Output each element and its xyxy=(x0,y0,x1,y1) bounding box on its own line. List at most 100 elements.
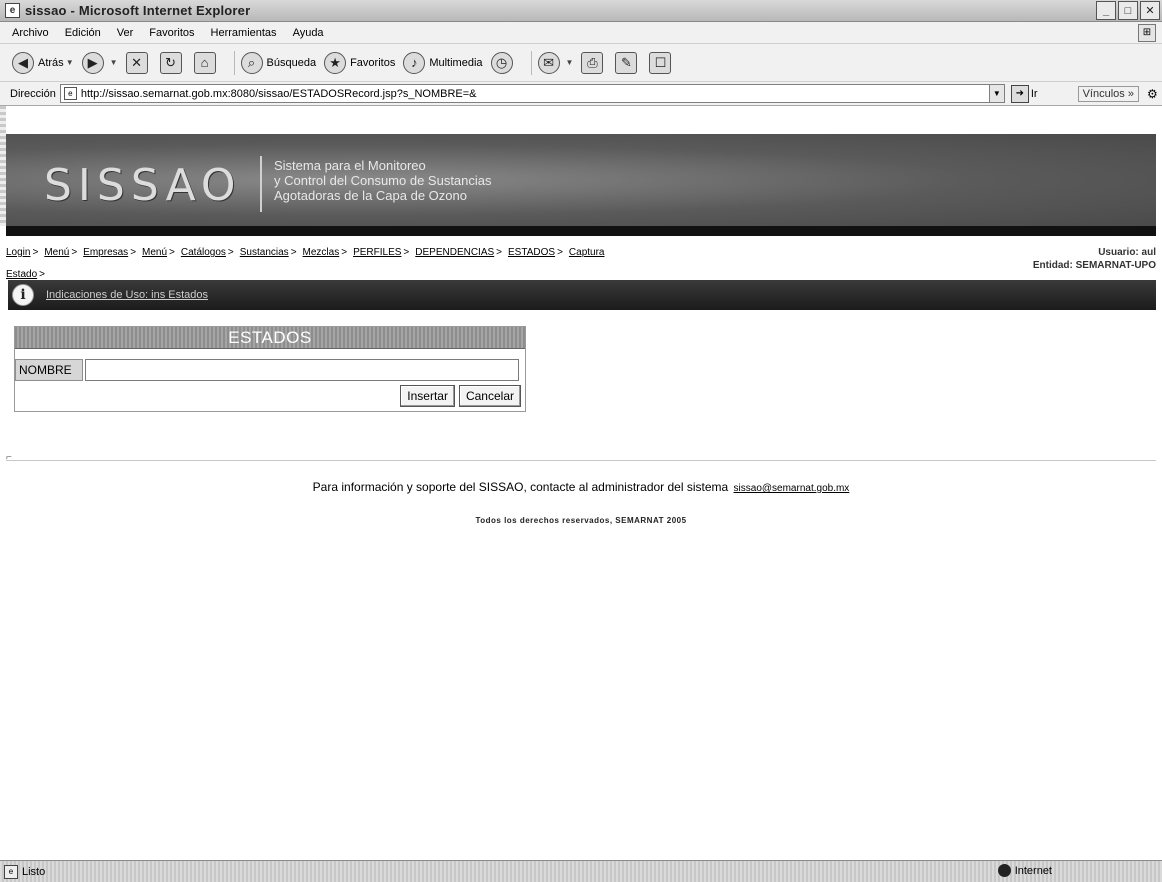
extension-icon[interactable]: ⚙ xyxy=(1147,87,1158,101)
window-controls: _ □ ✕ xyxy=(1096,1,1160,20)
search-button[interactable]: ⌕ Búsqueda xyxy=(240,51,317,74)
menu-ver[interactable]: Ver xyxy=(117,27,134,39)
forward-dropdown-icon[interactable]: ▼ xyxy=(110,58,118,67)
crumb-captura[interactable]: Captura xyxy=(569,247,605,258)
page-icon: e xyxy=(63,87,77,100)
title-bar: e sissao - Microsoft Internet Explorer _… xyxy=(0,0,1162,22)
user-entity: Entidad: SEMARNAT-UPO xyxy=(1032,260,1156,271)
sissao-logo: SISSAO xyxy=(44,160,242,211)
globe-icon xyxy=(997,864,1011,877)
form-buttons: Insertar Cancelar xyxy=(400,385,521,407)
estados-form: ESTADOS NOMBRE Insertar Cancelar xyxy=(14,326,526,412)
back-dropdown-icon[interactable]: ▼ xyxy=(66,58,74,67)
mail-button[interactable]: ✉ ▼ xyxy=(537,51,574,74)
menu-archivo[interactable]: Archivo xyxy=(12,27,49,39)
crumb-estados[interactable]: ESTADOS xyxy=(508,247,555,258)
address-bar: Dirección e http://sissao.semarnat.gob.m… xyxy=(0,82,1162,106)
tagline-line-2: y Control del Consumo de Sustancias xyxy=(274,173,492,188)
refresh-button[interactable]: ↻ xyxy=(159,51,186,74)
cancel-button[interactable]: Cancelar xyxy=(458,385,521,407)
crumb-estado[interactable]: Estado xyxy=(6,269,37,280)
mail-dropdown-icon[interactable]: ▼ xyxy=(566,58,574,67)
stop-button[interactable]: ✕ xyxy=(125,51,152,74)
user-info: Usuario: aul Entidad: SEMARNAT-UPO xyxy=(1033,246,1156,272)
menu-edicion[interactable]: Edición xyxy=(65,27,101,39)
support-text-line: Para información y soporte del SISSAO, c… xyxy=(0,480,1162,494)
close-button[interactable]: ✕ xyxy=(1140,1,1160,20)
logo-divider xyxy=(260,156,262,212)
crumb-dependencias[interactable]: DEPENDENCIAS xyxy=(415,247,494,258)
crumb-menu[interactable]: Menú xyxy=(44,247,69,258)
nombre-row: NOMBRE xyxy=(15,359,525,381)
history-button[interactable]: ◷ xyxy=(490,51,517,74)
insert-button[interactable]: Insertar xyxy=(400,385,455,407)
maximize-button[interactable]: □ xyxy=(1118,1,1138,20)
crumb-sustancias[interactable]: Sustancias xyxy=(240,247,289,258)
search-label: Búsqueda xyxy=(266,56,317,69)
crumb-mezclas[interactable]: Mezclas xyxy=(303,247,340,258)
edit-icon: ✎ xyxy=(615,51,638,74)
print-button[interactable]: ⎙ xyxy=(581,51,607,74)
usage-info-link[interactable]: Indicaciones de Uso: ins Estados xyxy=(46,289,208,301)
edit-button[interactable]: ✎ xyxy=(615,51,641,74)
multimedia-button[interactable]: ♪ Multimedia xyxy=(403,51,483,74)
copyright-text: Todos los derechos reservados, SEMARNAT … xyxy=(475,516,687,525)
forward-arrow-icon: ▶ xyxy=(81,51,104,74)
go-label: Ir xyxy=(1030,87,1038,100)
history-icon: ◷ xyxy=(490,51,513,74)
url-text: http://sissao.semarnat.gob.mx:8080/sissa… xyxy=(80,87,477,100)
status-bar: e Listo Internet xyxy=(0,860,1162,882)
content-divider xyxy=(6,460,1156,461)
window-title: sissao - Microsoft Internet Explorer xyxy=(25,3,251,18)
address-label: Dirección xyxy=(10,87,56,100)
site-banner: SISSAO Sistema para el Monitoreo y Contr… xyxy=(6,134,1156,226)
crumb-menu-2[interactable]: Menú xyxy=(142,247,167,258)
minimize-button[interactable]: _ xyxy=(1096,1,1116,20)
home-icon: ⌂ xyxy=(193,51,216,74)
security-zone: Internet xyxy=(997,864,1052,877)
menu-ayuda[interactable]: Ayuda xyxy=(293,27,324,39)
tagline-line-3: Agotadoras de la Capa de Ozono xyxy=(274,188,467,203)
crumb-perfiles[interactable]: PERFILES xyxy=(353,247,401,258)
multimedia-label: Multimedia xyxy=(429,56,483,69)
windows-logo-icon: ⊞ xyxy=(1138,24,1156,42)
favorites-label: Favoritos xyxy=(350,56,396,69)
crumb-login[interactable]: Login xyxy=(6,247,30,258)
menu-herramientas[interactable]: Herramientas xyxy=(211,27,277,39)
status-text: Listo xyxy=(22,865,46,878)
user-name: Usuario: aul xyxy=(1098,247,1156,258)
print-icon: ⎙ xyxy=(581,51,604,74)
url-input[interactable]: e http://sissao.semarnat.gob.mx:8080/sis… xyxy=(59,84,990,103)
home-button[interactable]: ⌂ xyxy=(193,51,220,74)
menu-favoritos[interactable]: Favoritos xyxy=(149,27,194,39)
toolbar-separator xyxy=(530,50,532,75)
frame-corner-mark: ⌐ xyxy=(6,452,12,463)
favorites-button[interactable]: ★ Favoritos xyxy=(324,51,396,74)
ie-icon: e xyxy=(5,3,20,18)
crumb-catalogos[interactable]: Catálogos xyxy=(181,247,226,258)
refresh-icon: ↻ xyxy=(159,51,182,74)
back-arrow-icon: ◀ xyxy=(12,51,34,74)
back-button[interactable]: ◀ Atrás ▼ xyxy=(12,51,74,74)
toolbar-separator xyxy=(233,50,235,75)
nombre-label: NOMBRE xyxy=(15,359,83,381)
crumb-empresas[interactable]: Empresas xyxy=(83,247,128,258)
info-icon[interactable]: i xyxy=(12,284,34,306)
discuss-button[interactable]: ☐ xyxy=(649,51,675,74)
support-email-link[interactable]: sissao@semarnat.gob.mx xyxy=(734,483,850,494)
banner-tagline: Sistema para el Monitoreo y Control del … xyxy=(274,158,492,203)
tagline-line-1: Sistema para el Monitoreo xyxy=(274,158,426,173)
nombre-input[interactable] xyxy=(85,359,519,381)
go-button[interactable]: ➜ Ir xyxy=(1010,84,1038,103)
banner-bottom-bar xyxy=(6,226,1156,236)
form-title: ESTADOS xyxy=(15,327,525,349)
go-arrow-icon: ➜ xyxy=(1010,84,1029,103)
zone-label: Internet xyxy=(1014,864,1052,877)
url-dropdown-icon[interactable]: ▼ xyxy=(988,84,1005,103)
media-icon: ♪ xyxy=(403,51,426,74)
forward-button[interactable]: ▶ ▼ xyxy=(81,51,118,74)
links-label: Vínculos xyxy=(1082,87,1125,100)
links-button[interactable]: Vínculos » xyxy=(1077,85,1139,102)
page-status-icon: e xyxy=(4,864,18,879)
stop-icon: ✕ xyxy=(125,51,148,74)
